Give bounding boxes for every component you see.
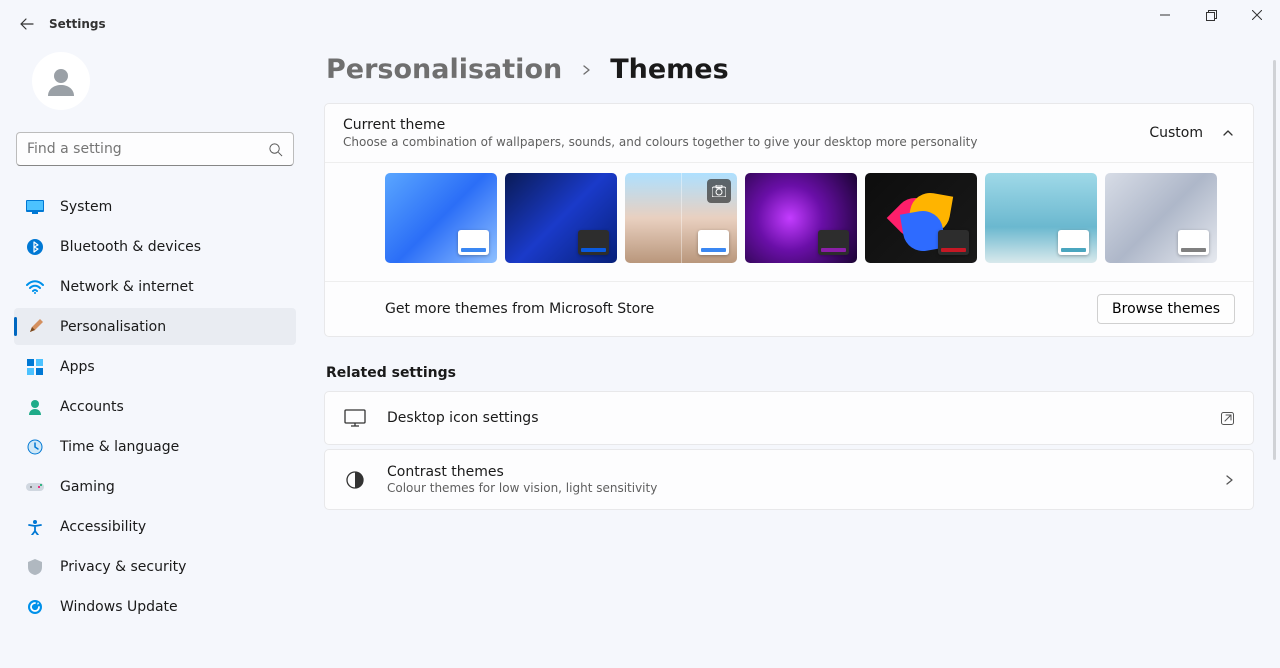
sidebar-item-time[interactable]: Time & language [14, 428, 296, 465]
back-button[interactable] [7, 4, 47, 44]
current-theme-value: Custom [1149, 125, 1203, 141]
nav-label: Accounts [60, 399, 124, 415]
sidebar-item-accessibility[interactable]: Accessibility [14, 508, 296, 545]
setting-row-desc: Colour themes for low vision, light sens… [387, 481, 1223, 495]
app-title: Settings [49, 17, 106, 31]
contrast-icon [343, 468, 367, 492]
store-row: Get more themes from Microsoft Store Bro… [325, 281, 1253, 336]
theme-swatch [1178, 230, 1209, 255]
store-text: Get more themes from Microsoft Store [385, 301, 1097, 317]
nav-label: Apps [60, 359, 95, 375]
theme-swatch [698, 230, 729, 255]
search-icon [268, 142, 283, 157]
external-link-icon [1220, 411, 1235, 426]
bluetooth-icon [26, 238, 44, 256]
nav-label: Privacy & security [60, 559, 186, 575]
wifi-icon [26, 278, 44, 296]
nav-label: Bluetooth & devices [60, 239, 201, 255]
sidebar-item-wifi[interactable]: Network & internet [14, 268, 296, 305]
user-avatar[interactable] [32, 52, 90, 110]
user-icon [44, 64, 78, 98]
current-theme-header[interactable]: Current theme Choose a combination of wa… [325, 104, 1253, 162]
close-button[interactable] [1234, 0, 1280, 30]
search-input[interactable] [27, 141, 268, 157]
theme-swatch [938, 230, 969, 255]
breadcrumb: Personalisation Themes [324, 54, 1254, 85]
sidebar-item-apps[interactable]: Apps [14, 348, 296, 385]
nav-label: Network & internet [60, 279, 194, 295]
sidebar-item-accounts[interactable]: Accounts [14, 388, 296, 425]
back-arrow-icon [19, 16, 35, 32]
breadcrumb-parent[interactable]: Personalisation [326, 54, 562, 85]
search-box[interactable] [16, 132, 294, 166]
minimize-icon [1160, 10, 1170, 20]
window-controls [1142, 0, 1280, 30]
minimize-button[interactable] [1142, 0, 1188, 30]
theme-tile-spotlight[interactable] [625, 173, 737, 263]
nav-label: System [60, 199, 112, 215]
theme-tile-windows-light[interactable] [385, 173, 497, 263]
setting-row-title: Desktop icon settings [387, 410, 1220, 426]
theme-tile-sunrise[interactable] [1105, 173, 1217, 263]
sidebar-item-bluetooth[interactable]: Bluetooth & devices [14, 228, 296, 265]
nav-list: System Bluetooth & devices Network & inter… [14, 188, 296, 625]
desktop-icon [343, 406, 367, 430]
setting-row-title: Contrast themes [387, 464, 1223, 480]
current-theme-desc: Choose a combination of wallpapers, soun… [343, 135, 1149, 149]
sidebar: System Bluetooth & devices Network & inter… [0, 48, 310, 668]
title-bar: Settings [0, 0, 1280, 48]
theme-swatch [1058, 230, 1089, 255]
browse-themes-button[interactable]: Browse themes [1097, 294, 1235, 324]
theme-tile-windows-dark[interactable] [505, 173, 617, 263]
current-theme-title: Current theme [343, 117, 1149, 133]
theme-swatch [458, 230, 489, 255]
sidebar-item-brush[interactable]: Personalisation [14, 308, 296, 345]
nav-label: Personalisation [60, 319, 166, 335]
related-settings-title: Related settings [326, 365, 1254, 381]
brush-icon [26, 318, 44, 336]
theme-swatch [578, 230, 609, 255]
theme-tile-flow[interactable] [865, 173, 977, 263]
themes-grid [325, 162, 1253, 281]
close-icon [1252, 10, 1262, 20]
system-icon [26, 198, 44, 216]
breadcrumb-current: Themes [610, 54, 728, 85]
sidebar-item-gaming[interactable]: Gaming [14, 468, 296, 505]
theme-tile-captured-motion[interactable] [985, 173, 1097, 263]
contrast-themes-row[interactable]: Contrast themes Colour themes for low vi… [324, 449, 1254, 510]
theme-swatch [818, 230, 849, 255]
chevron-up-icon [1221, 126, 1235, 140]
privacy-icon [26, 558, 44, 576]
time-icon [26, 438, 44, 456]
sidebar-item-privacy[interactable]: Privacy & security [14, 548, 296, 585]
nav-label: Time & language [60, 439, 179, 455]
accessibility-icon [26, 518, 44, 536]
desktop-icon-settings-row[interactable]: Desktop icon settings [324, 391, 1254, 445]
nav-label: Windows Update [60, 599, 178, 615]
theme-tile-glow[interactable] [745, 173, 857, 263]
main-content: Personalisation Themes Current theme Cho… [310, 48, 1280, 668]
sidebar-item-update[interactable]: Windows Update [14, 588, 296, 625]
maximize-button[interactable] [1188, 0, 1234, 30]
sidebar-item-system[interactable]: System [14, 188, 296, 225]
nav-label: Accessibility [60, 519, 146, 535]
nav-label: Gaming [60, 479, 115, 495]
chevron-right-icon [580, 64, 592, 76]
scrollbar[interactable] [1273, 60, 1276, 460]
current-theme-card: Current theme Choose a combination of wa… [324, 103, 1254, 337]
accounts-icon [26, 398, 44, 416]
chevron-right-icon [1223, 474, 1235, 486]
camera-badge-icon [707, 179, 731, 203]
apps-icon [26, 358, 44, 376]
maximize-icon [1206, 10, 1217, 21]
gaming-icon [26, 478, 44, 496]
update-icon [26, 598, 44, 616]
